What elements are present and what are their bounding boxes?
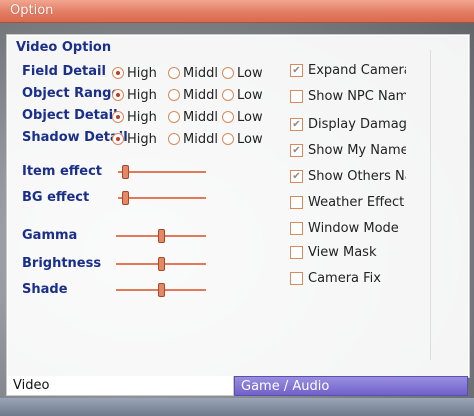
- checkbox-row[interactable]: ✔ Show Others Name: [290, 168, 406, 184]
- slider-track[interactable]: [118, 171, 206, 173]
- bottom-bar: [0, 398, 474, 416]
- tab-game-audio[interactable]: Game / Audio: [234, 376, 468, 396]
- radio-label: Low: [237, 109, 263, 125]
- radio-middle[interactable]: Middle: [168, 87, 218, 103]
- radio-dot-icon: [168, 133, 180, 145]
- radio-label: Low: [237, 65, 263, 81]
- slider-label: Shade: [22, 282, 68, 297]
- slider-label: BG effect: [22, 190, 90, 205]
- radio-low[interactable]: Low: [222, 87, 272, 103]
- radio-dot-icon: [168, 111, 180, 123]
- slider-thumb[interactable]: [122, 191, 129, 205]
- slider-thumb[interactable]: [158, 229, 165, 243]
- radio-dot-icon: [222, 133, 234, 145]
- radio-middle[interactable]: Middle: [168, 109, 218, 125]
- checkbox-label: Show My Name: [308, 142, 406, 158]
- window-title: Option: [10, 3, 54, 18]
- radio-low[interactable]: Low: [222, 131, 272, 147]
- detail-label: Object Range: [22, 86, 121, 101]
- radio-label: Middle: [183, 109, 218, 125]
- radio-low[interactable]: Low: [222, 109, 272, 125]
- slider-label: Item effect: [22, 164, 103, 179]
- checkbox-row[interactable]: ✔ Show My Name: [290, 142, 406, 158]
- radio-high[interactable]: High: [112, 87, 164, 103]
- slider[interactable]: [116, 229, 206, 243]
- checkbox-empty-icon[interactable]: [290, 89, 303, 103]
- slider-label: Brightness: [22, 256, 102, 271]
- checkbox-checked-icon[interactable]: ✔: [290, 169, 303, 183]
- slider[interactable]: [118, 165, 206, 179]
- checkbox-checked-icon[interactable]: ✔: [290, 63, 303, 77]
- checkbox-row[interactable]: Window Mode: [290, 220, 406, 236]
- slider[interactable]: [116, 283, 206, 297]
- tab-bar: Video Game / Audio: [0, 376, 474, 398]
- title-bar[interactable]: Option: [0, 0, 474, 23]
- radio-middle[interactable]: Middle: [168, 65, 218, 81]
- radio-dot-icon: [168, 67, 180, 79]
- checkbox-label: View Mask: [308, 244, 377, 260]
- slider-thumb[interactable]: [158, 257, 165, 271]
- detail-label: Object Detail: [22, 108, 118, 123]
- radio-high[interactable]: High: [112, 65, 164, 81]
- checkbox-empty-icon[interactable]: [290, 245, 303, 259]
- radio-dot-icon: [112, 133, 124, 145]
- tab-video[interactable]: Video: [6, 376, 234, 396]
- slider-label: Gamma: [22, 228, 78, 243]
- radio-high[interactable]: High: [112, 109, 164, 125]
- slider-track[interactable]: [118, 197, 206, 199]
- radio-dot-icon: [112, 111, 124, 123]
- radio-label: Middle: [183, 131, 218, 147]
- checkbox-row[interactable]: Camera Fix: [290, 270, 406, 286]
- radio-dot-icon: [112, 67, 124, 79]
- radio-high[interactable]: High: [112, 131, 164, 147]
- checkbox-row[interactable]: ✔ Display Damage: [290, 116, 406, 132]
- checkbox-label: Show NPC Name: [308, 88, 406, 104]
- slider-thumb[interactable]: [158, 283, 165, 297]
- radio-middle[interactable]: Middle: [168, 131, 218, 147]
- radio-label: Middle: [183, 87, 218, 103]
- section-title: Video Option: [16, 40, 112, 55]
- checkbox-label: Camera Fix: [308, 270, 381, 286]
- checkbox-empty-icon[interactable]: [290, 221, 303, 235]
- radio-dot-icon: [222, 67, 234, 79]
- scrollbar[interactable]: [430, 50, 441, 360]
- checkbox-empty-icon[interactable]: [290, 195, 303, 209]
- checkbox-row[interactable]: View Mask: [290, 244, 406, 260]
- checkbox-row[interactable]: Show NPC Name: [290, 88, 406, 104]
- radio-dot-icon: [222, 89, 234, 101]
- option-window: Option Video Option Field Detail High Midd…: [0, 0, 474, 416]
- slider-thumb[interactable]: [122, 165, 129, 179]
- checkbox-label: Expand Camera: [308, 62, 406, 78]
- radio-label: Middle: [183, 65, 218, 81]
- checkbox-label: Window Mode: [308, 220, 399, 236]
- slider[interactable]: [116, 257, 206, 271]
- checkbox-label: Weather Effect: [308, 194, 405, 210]
- radio-dot-icon: [168, 89, 180, 101]
- radio-low[interactable]: Low: [222, 65, 272, 81]
- radio-label: High: [127, 87, 157, 103]
- checkbox-label: Display Damage: [308, 116, 406, 132]
- radio-label: Low: [237, 87, 263, 103]
- checkbox-empty-icon[interactable]: [290, 271, 303, 285]
- radio-dot-icon: [112, 89, 124, 101]
- radio-label: High: [127, 65, 157, 81]
- checkbox-row[interactable]: Weather Effect: [290, 194, 406, 210]
- slider[interactable]: [118, 191, 206, 205]
- radio-dot-icon: [222, 111, 234, 123]
- checkbox-checked-icon[interactable]: ✔: [290, 117, 303, 131]
- checkbox-checked-icon[interactable]: ✔: [290, 143, 303, 157]
- detail-label: Field Detail: [22, 64, 106, 79]
- checkbox-row[interactable]: ✔ Expand Camera: [290, 62, 406, 78]
- checkbox-label: Show Others Name: [308, 168, 406, 184]
- radio-label: High: [127, 131, 157, 147]
- radio-label: Low: [237, 131, 263, 147]
- radio-label: High: [127, 109, 157, 125]
